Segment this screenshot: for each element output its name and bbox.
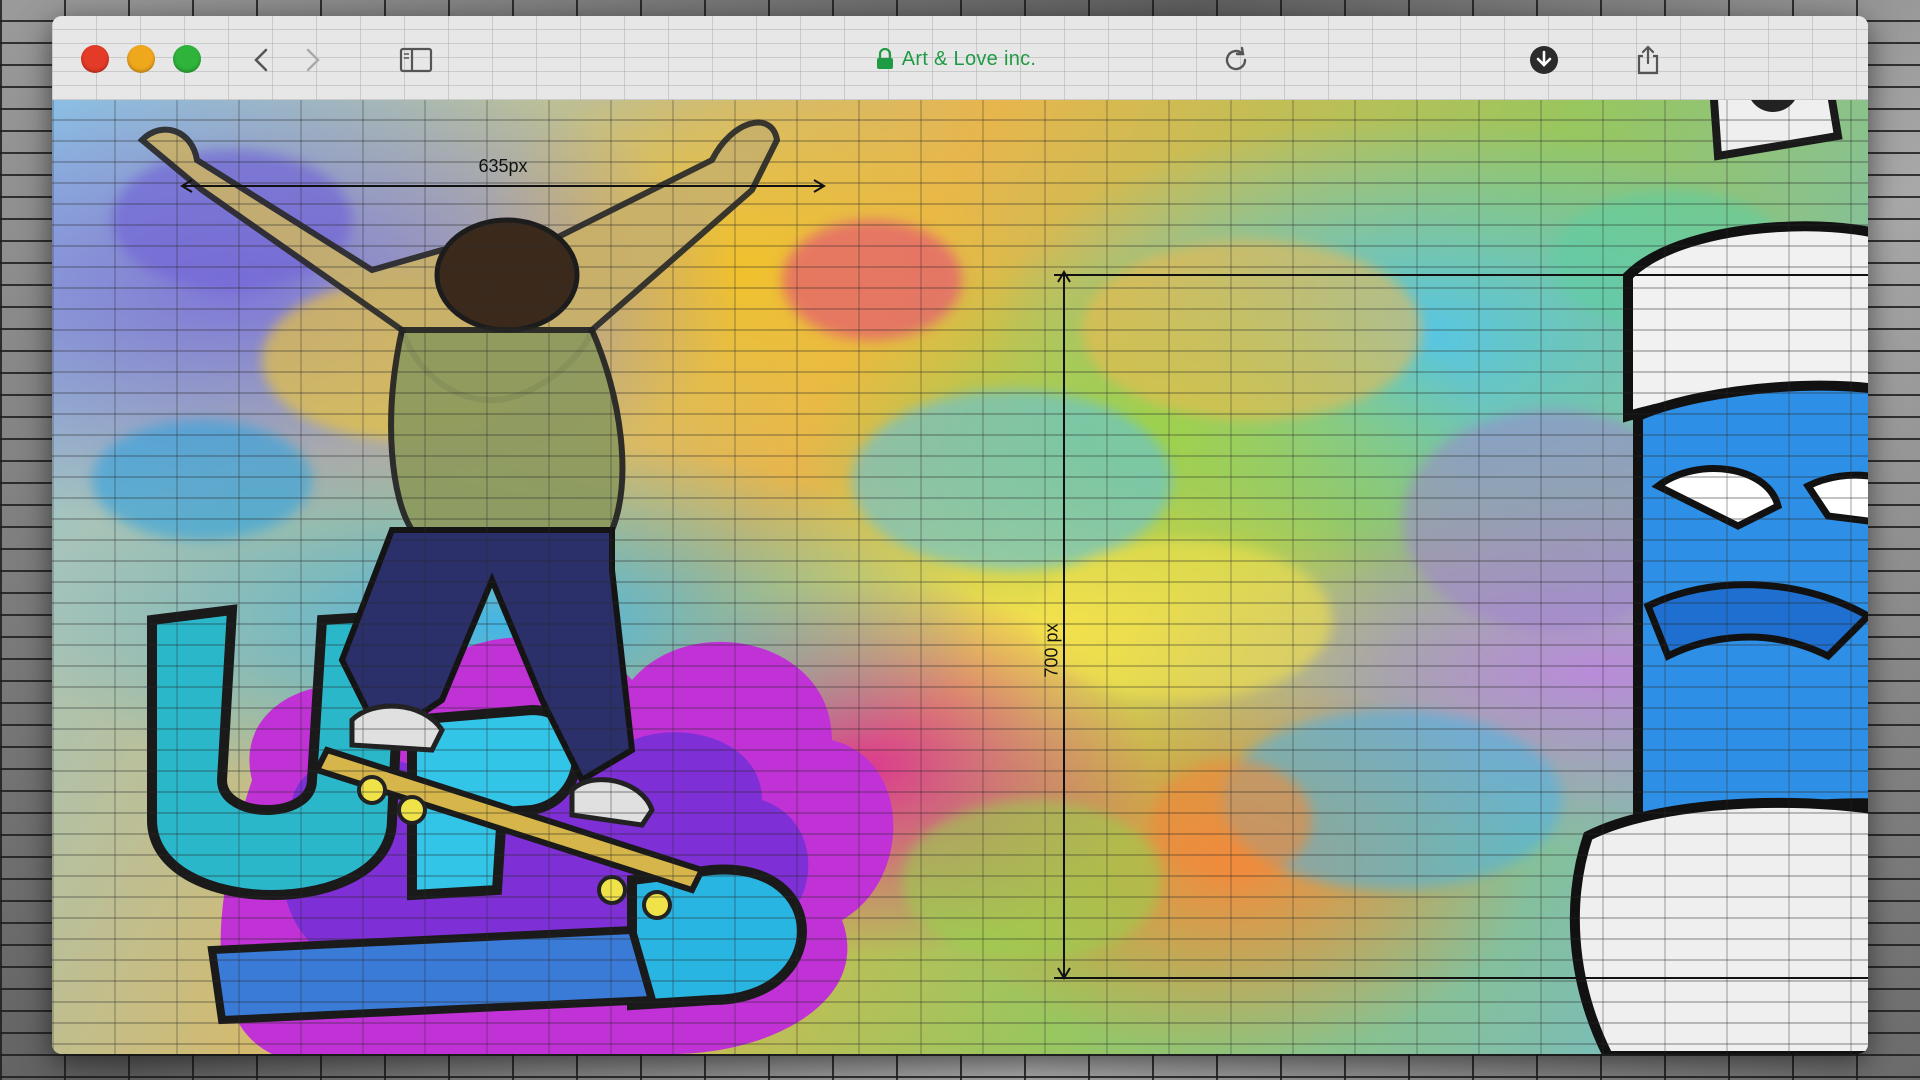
maximize-window-button[interactable] — [173, 45, 201, 73]
address-text: Art & Love inc. — [901, 47, 1037, 70]
download-icon[interactable] — [1528, 44, 1560, 76]
browser-window: Art & Love inc. 635px 700 px — [52, 16, 1868, 1054]
frame-top-line — [1054, 274, 1868, 276]
width-label: 635px — [478, 156, 528, 176]
minimize-window-button[interactable] — [127, 45, 155, 73]
back-icon[interactable] — [246, 44, 278, 76]
address-bar[interactable]: Art & Love inc. — [796, 42, 1116, 76]
page-content: 635px 700 px — [52, 100, 1868, 1054]
width-dimension: 635px — [180, 156, 826, 196]
share-icon[interactable] — [1632, 44, 1664, 76]
width-arrow — [180, 179, 826, 193]
spraycan-character — [1569, 100, 1868, 1054]
frame-bottom-line — [1054, 977, 1868, 979]
forward-icon[interactable] — [296, 44, 328, 76]
skater-illustration — [137, 119, 894, 1054]
height-label: 700 px — [1041, 623, 1062, 678]
close-window-button[interactable] — [81, 45, 109, 73]
lock-icon — [876, 48, 893, 69]
reload-icon[interactable] — [1220, 44, 1252, 76]
browser-toolbar: Art & Love inc. — [52, 16, 1868, 101]
height-dimension: 700 px — [1042, 270, 1082, 980]
sidebar-icon[interactable] — [398, 44, 434, 76]
